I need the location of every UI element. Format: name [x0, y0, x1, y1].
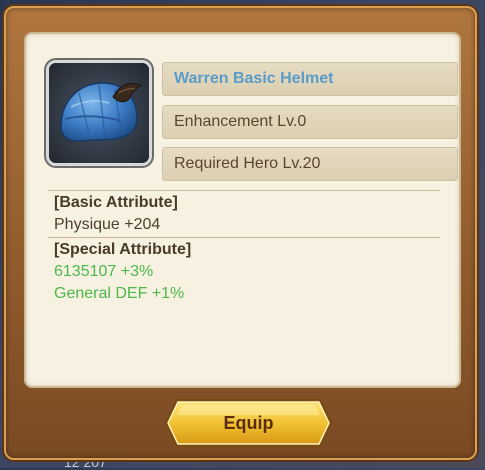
special-attribute-line: General DEF +1%	[54, 285, 185, 302]
item-icon-frame	[46, 60, 152, 166]
divider-top	[48, 190, 440, 191]
helmet-icon	[49, 63, 149, 163]
equip-button-label: Equip	[223, 413, 274, 433]
special-attribute-header: [Special Attribute]	[54, 241, 192, 258]
basic-attribute-line: Physique +204	[54, 216, 161, 233]
divider-mid	[48, 237, 440, 238]
special-attribute-line: 6135107 +3%	[54, 263, 154, 280]
item-required-level: Required Hero Lv.20	[162, 147, 458, 181]
item-enhancement-level: Enhancement Lv.0	[162, 105, 458, 139]
item-name: Warren Basic Helmet	[162, 62, 458, 96]
item-detail-dialog: Warren Basic Helmet Enhancement Lv.0 Req…	[4, 6, 477, 460]
equip-button[interactable]: Equip	[162, 397, 335, 449]
item-detail-panel: Warren Basic Helmet Enhancement Lv.0 Req…	[24, 32, 461, 388]
basic-attribute-header: [Basic Attribute]	[54, 194, 178, 211]
